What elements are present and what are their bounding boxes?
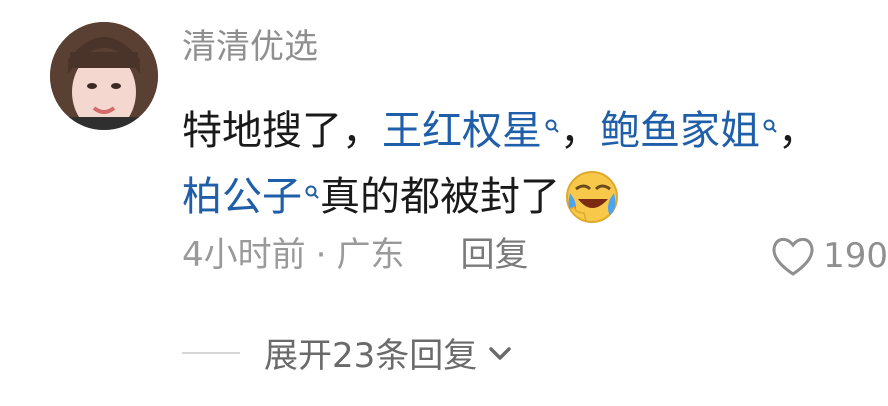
comment-location: 广东 bbox=[336, 235, 405, 275]
comment-line-1: 特地搜了， 王红权星 ， 鲍鱼家姐 ， bbox=[182, 98, 888, 164]
comment-meta: 4小时前 · 广东 回复 bbox=[182, 238, 528, 272]
meta-dot: · bbox=[315, 235, 327, 275]
search-mark-icon bbox=[544, 114, 560, 142]
expand-divider bbox=[182, 351, 240, 354]
comment-suffix: 真的都被封了 bbox=[320, 174, 560, 220]
like-button[interactable]: 190 bbox=[769, 234, 888, 278]
username[interactable]: 清清优选 bbox=[182, 30, 318, 64]
comment-time: 4小时前 bbox=[182, 235, 306, 275]
expand-replies-button[interactable]: 展开23条回复 bbox=[182, 328, 515, 377]
avatar[interactable] bbox=[50, 22, 158, 130]
reply-button[interactable]: 回复 bbox=[460, 238, 528, 272]
comment-prefix: 特地搜了， bbox=[182, 108, 382, 154]
search-mark-icon bbox=[304, 180, 320, 208]
search-link-1[interactable]: 王红权星 bbox=[382, 98, 542, 164]
laughing-crying-emoji-icon bbox=[564, 169, 620, 225]
search-link-2[interactable]: 鲍鱼家姐 bbox=[600, 98, 760, 164]
comment-line-2: 柏公子 真的都被封了 bbox=[182, 164, 888, 230]
search-link-3[interactable]: 柏公子 bbox=[182, 164, 302, 230]
comment-separator-1: ， bbox=[560, 108, 600, 154]
like-count: 190 bbox=[823, 236, 888, 276]
expand-replies-label: 展开23条回复 bbox=[264, 336, 478, 376]
comment-text: 特地搜了， 王红权星 ， 鲍鱼家姐 ， 柏公子 真的都被封了 bbox=[182, 98, 888, 230]
search-mark-icon bbox=[762, 114, 778, 142]
comment-separator-2: ， bbox=[778, 108, 818, 154]
chevron-down-icon bbox=[489, 346, 512, 360]
heart-icon bbox=[772, 237, 814, 276]
